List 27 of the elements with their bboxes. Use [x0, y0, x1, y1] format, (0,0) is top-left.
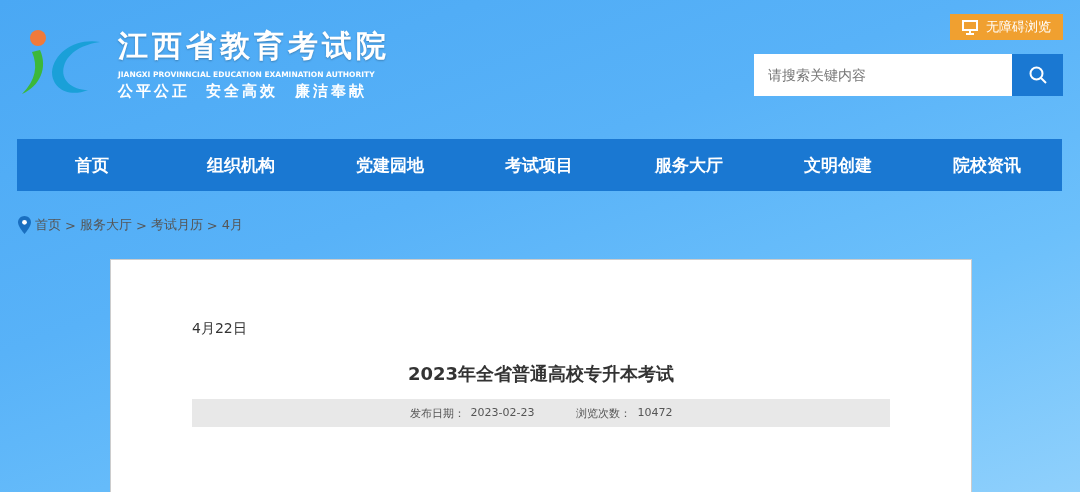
location-pin-icon — [18, 216, 31, 234]
monitor-icon — [962, 19, 978, 35]
breadcrumb-link[interactable]: 服务大厅 — [79, 216, 132, 234]
nav-item[interactable]: 组织机构 — [166, 139, 316, 191]
breadcrumb-separator: > — [135, 217, 147, 233]
date-heading: 4月22日 — [192, 320, 248, 338]
nav-item[interactable]: 服务大厅 — [614, 139, 764, 191]
search-icon — [1028, 66, 1047, 84]
breadcrumb-current: 4月 — [221, 216, 243, 234]
meta-label: 浏览次数： — [576, 405, 632, 421]
meta-value: 10472 — [637, 405, 673, 421]
article-title: 2023年全省普通高校专升本考试 — [406, 362, 676, 386]
search-field[interactable]: 请搜索关键内容 — [754, 54, 1012, 96]
nav-item[interactable]: 首页 — [17, 139, 167, 191]
nav-item[interactable]: 党建园地 — [315, 139, 465, 191]
breadcrumb-link[interactable]: 首页 — [35, 216, 61, 234]
nav-item[interactable]: 考试项目 — [464, 139, 615, 191]
search-button[interactable] — [1012, 54, 1063, 96]
breadcrumb-separator: > — [206, 217, 218, 233]
site-slogan: 公平公正 安全高效 廉洁奉献 — [118, 82, 368, 101]
meta-value: 2023-02-23 — [470, 405, 535, 421]
meta-label: 发布日期： — [409, 405, 465, 421]
site-title: 江西省教育考试院 — [118, 27, 390, 65]
nav-item[interactable]: 文明创建 — [763, 139, 913, 191]
nav-item[interactable]: 院校资讯 — [912, 139, 1062, 191]
breadcrumb-link[interactable]: 考试月历 — [150, 216, 203, 234]
breadcrumb-separator: > — [65, 217, 76, 233]
